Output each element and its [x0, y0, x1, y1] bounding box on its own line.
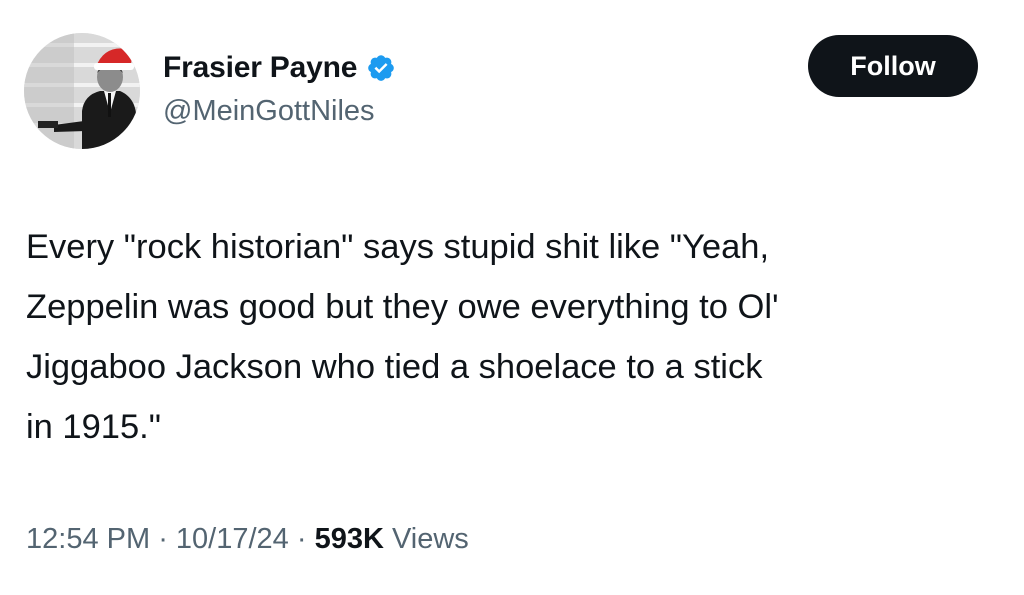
tweet-text-line: Every "rock historian" says stupid shit …	[26, 228, 770, 266]
author-name-row: Frasier Payne	[163, 48, 396, 88]
tweet-meta: 12:54 PM · 10/17/24 · 593K Views	[26, 523, 469, 556]
follow-button[interactable]: Follow	[808, 35, 978, 97]
author-display-name[interactable]: Frasier Payne	[163, 51, 357, 85]
tweet-date[interactable]: 10/17/24	[176, 523, 289, 555]
verified-badge-icon[interactable]	[366, 53, 396, 83]
tweet-text-line: Jiggaboo Jackson who tied a shoelace to …	[26, 348, 763, 386]
tweet-card: Frasier Payne @MeinGottNiles Follow Ever…	[0, 0, 1024, 595]
meta-separator: ·	[288, 523, 315, 555]
author-avatar[interactable]	[24, 33, 140, 149]
meta-separator: ·	[150, 523, 176, 555]
tweet-text-line: Zeppelin was good but they owe everythin…	[26, 288, 779, 326]
tweet-text-line: in 1915."	[26, 408, 162, 446]
tweet-time[interactable]: 12:54 PM	[26, 523, 150, 555]
views-count[interactable]: 593K	[315, 523, 384, 555]
views-label: Views	[383, 523, 469, 555]
author-handle[interactable]: @MeinGottNiles	[163, 95, 375, 128]
avatar-photo-icon	[24, 33, 140, 149]
tweet-text: Every "rock historian" says stupid shit …	[26, 217, 986, 457]
